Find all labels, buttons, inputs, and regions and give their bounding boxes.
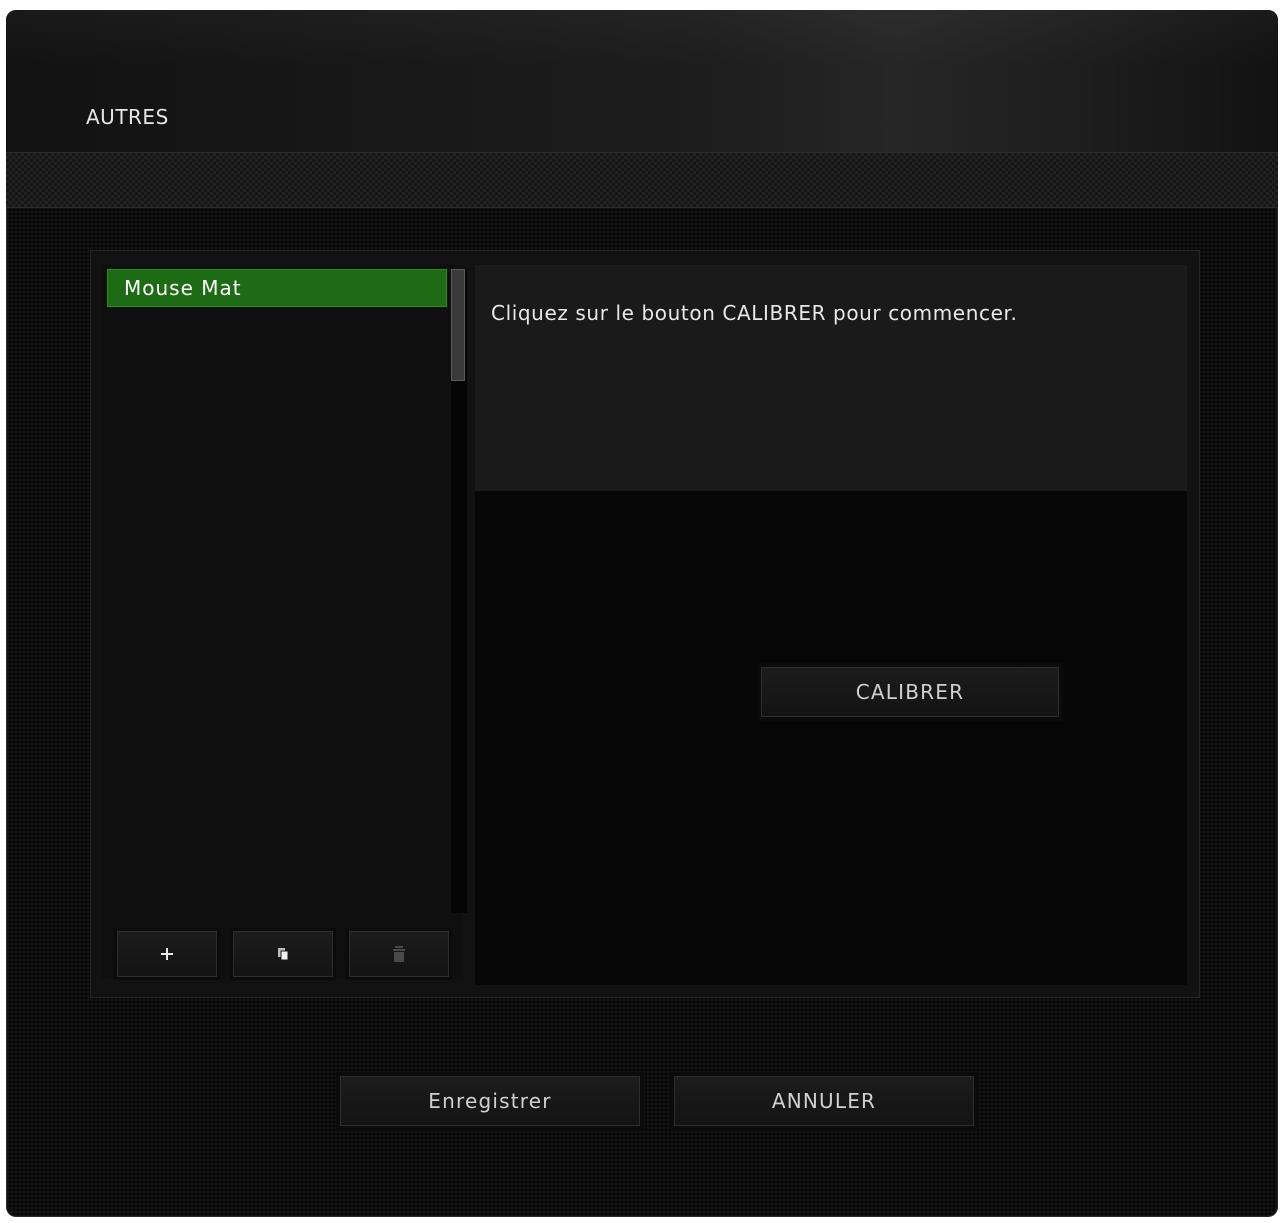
calibration-area: CALIBRER — [475, 491, 1187, 985]
calibration-panel: Mouse Mat Cliquez sur le bouton CALIBRER… — [90, 250, 1200, 998]
plus-icon — [160, 947, 174, 961]
cancel-button[interactable]: ANNULER — [674, 1076, 974, 1126]
list-scrollbar-thumb[interactable] — [451, 269, 465, 381]
calibration-instruction: Cliquez sur le bouton CALIBRER pour comm… — [491, 301, 1018, 325]
mouse-mat-settings-window: AUTRES Mouse Mat Cliquez sur le bouton C… — [6, 10, 1278, 1217]
instruction-box: Cliquez sur le bouton CALIBRER pour comm… — [475, 265, 1187, 491]
header-mesh-divider — [6, 152, 1278, 208]
window-header: AUTRES — [6, 10, 1278, 152]
list-item-mouse-mat[interactable]: Mouse Mat — [107, 269, 447, 307]
copy-profile-button[interactable] — [233, 931, 333, 977]
list-scrollbar[interactable] — [451, 269, 467, 913]
page-title: AUTRES — [86, 105, 169, 129]
save-button[interactable]: Enregistrer — [340, 1076, 640, 1126]
profile-list: Mouse Mat — [101, 265, 467, 979]
copy-icon — [276, 947, 290, 961]
delete-profile-button[interactable] — [349, 931, 449, 977]
trash-icon — [393, 946, 405, 962]
calibrate-button[interactable]: CALIBRER — [761, 667, 1059, 717]
add-profile-button[interactable] — [117, 931, 217, 977]
